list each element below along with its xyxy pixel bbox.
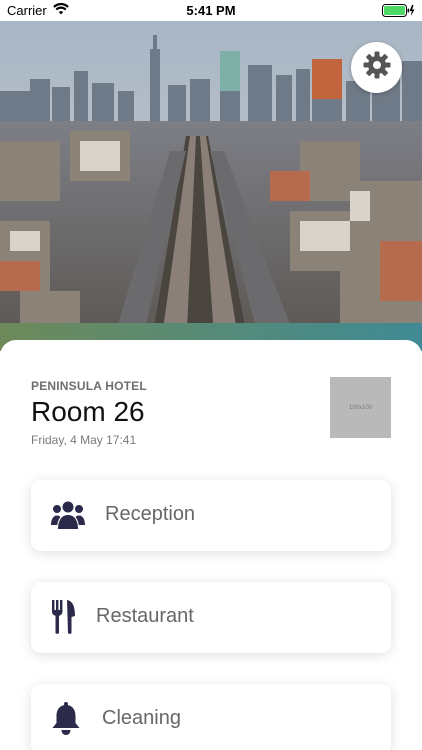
- status-right: [382, 4, 416, 22]
- status-time: 5:41 PM: [186, 3, 236, 18]
- content-sheet: PENINSULA HOTEL Room 26 Friday, 4 May 17…: [0, 340, 422, 750]
- bell-icon: [51, 702, 81, 736]
- settings-button[interactable]: [351, 42, 402, 93]
- restaurant-button[interactable]: Restaurant: [31, 582, 391, 653]
- people-group-icon: [51, 500, 85, 530]
- reception-label: Reception: [105, 503, 196, 525]
- fork-knife-icon: [51, 600, 77, 634]
- thumbnail-placeholder-text: 100x100: [348, 404, 373, 411]
- room-thumbnail: 100x100: [330, 377, 391, 438]
- hotel-name: PENINSULA HOTEL: [31, 379, 147, 393]
- battery-icon: [382, 4, 416, 22]
- reception-button[interactable]: Reception: [31, 480, 391, 551]
- restaurant-label: Restaurant: [96, 605, 194, 627]
- cleaning-label: Cleaning: [102, 707, 181, 729]
- gear-icon: [362, 50, 392, 85]
- cleaning-button[interactable]: Cleaning: [31, 684, 391, 750]
- room-title: Room 26: [31, 396, 145, 427]
- status-bar: Carrier 5:41 PM: [0, 0, 422, 21]
- date-time: Friday, 4 May 17:41: [31, 433, 137, 447]
